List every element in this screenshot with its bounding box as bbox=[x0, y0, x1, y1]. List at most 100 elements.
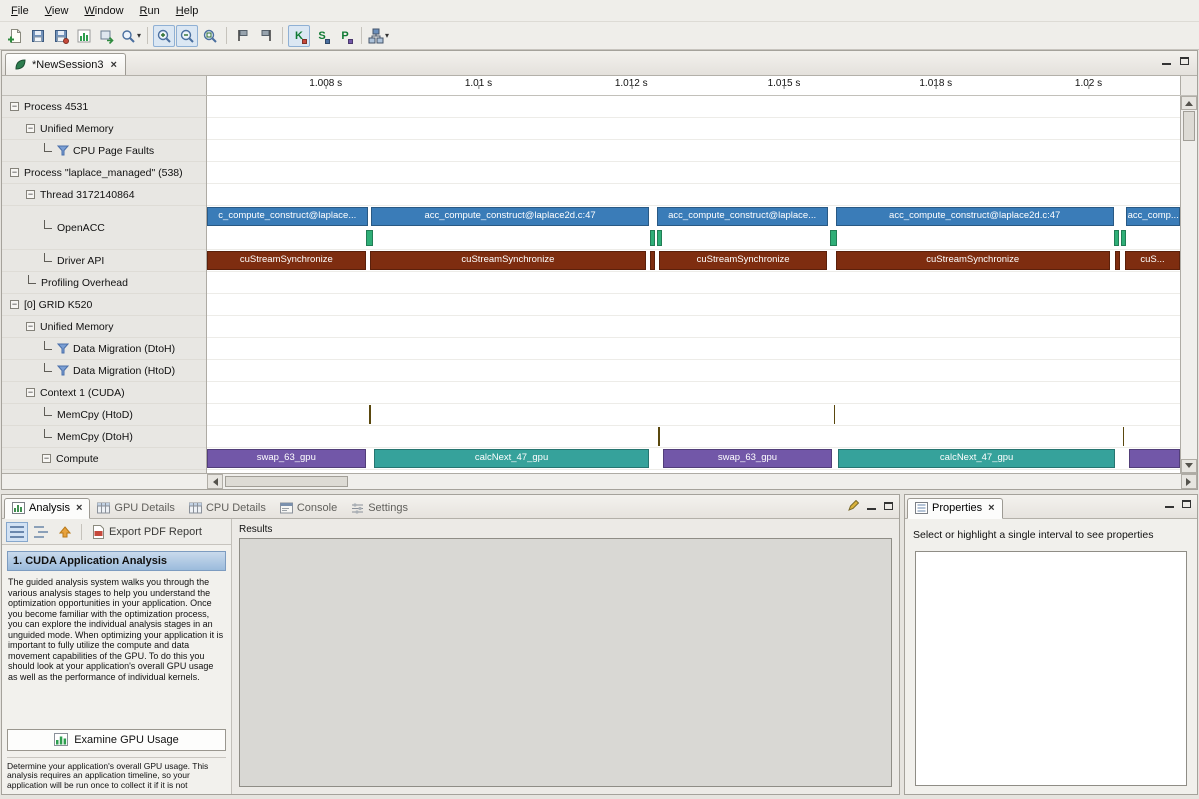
timeline-bar[interactable]: calcNext_47_gpu bbox=[374, 449, 648, 468]
tab-properties[interactable]: Properties × bbox=[907, 498, 1003, 519]
tree-row[interactable]: −Process "laplace_managed" (538) bbox=[2, 162, 206, 184]
guided-analysis-button[interactable] bbox=[6, 522, 28, 542]
timeline-bar[interactable]: acc_compute_construct@laplace2d.c:47 bbox=[836, 207, 1114, 226]
timeline-bar[interactable] bbox=[366, 230, 373, 246]
tab-gpu-details[interactable]: GPU Details bbox=[90, 499, 182, 518]
timeline-bar[interactable] bbox=[1121, 230, 1126, 246]
timeline-bar[interactable] bbox=[834, 405, 836, 424]
timeline-vertical-scrollbar[interactable] bbox=[1180, 96, 1197, 473]
process-mode-button[interactable]: P bbox=[334, 25, 356, 47]
timeline-bar[interactable]: cuStreamSynchronize bbox=[659, 251, 826, 270]
timeline-bar[interactable] bbox=[657, 230, 662, 246]
collapse-icon[interactable]: − bbox=[26, 388, 35, 397]
timeline-bar[interactable] bbox=[369, 405, 371, 424]
minimize-icon[interactable] bbox=[1165, 500, 1174, 508]
tab-close-icon[interactable]: × bbox=[76, 502, 82, 514]
timeline-bar[interactable] bbox=[650, 251, 654, 270]
zoom-in-button[interactable] bbox=[153, 25, 175, 47]
tree-row[interactable]: Profiling Overhead bbox=[2, 272, 206, 294]
maximize-icon[interactable] bbox=[1182, 500, 1191, 508]
timeline-bar[interactable] bbox=[1114, 230, 1119, 246]
collapse-icon[interactable]: − bbox=[26, 322, 35, 331]
timeline-bar[interactable] bbox=[830, 230, 837, 246]
scroll-left-button[interactable] bbox=[207, 474, 223, 489]
collapse-icon[interactable]: − bbox=[42, 454, 51, 463]
scroll-down-button[interactable] bbox=[1181, 459, 1197, 473]
zoom-out-button[interactable] bbox=[176, 25, 198, 47]
timeline-bar[interactable] bbox=[1129, 449, 1180, 468]
new-session-button[interactable] bbox=[4, 25, 26, 47]
tab-close-icon[interactable]: × bbox=[988, 502, 994, 514]
menu-view[interactable]: View bbox=[37, 2, 77, 20]
zoom-fit-button[interactable] bbox=[199, 25, 221, 47]
minimize-icon[interactable] bbox=[1162, 57, 1171, 65]
profile-application-button[interactable] bbox=[73, 25, 95, 47]
filter-icon[interactable] bbox=[57, 365, 69, 376]
tab-console[interactable]: Console bbox=[273, 499, 344, 518]
horizontal-scroll-thumb[interactable] bbox=[225, 476, 348, 487]
timeline-bar[interactable] bbox=[650, 230, 655, 246]
save-timeline-button[interactable] bbox=[50, 25, 72, 47]
maximize-icon[interactable] bbox=[1180, 57, 1189, 65]
tree-row[interactable]: OpenACC bbox=[2, 206, 206, 250]
timeline-bar[interactable]: cuS... bbox=[1125, 251, 1180, 270]
menu-help[interactable]: Help bbox=[168, 2, 207, 20]
scroll-up-button[interactable] bbox=[1181, 96, 1197, 110]
menu-file[interactable]: File bbox=[3, 2, 37, 20]
timeline-bar[interactable] bbox=[658, 427, 660, 446]
export-button[interactable] bbox=[96, 25, 118, 47]
tree-row[interactable]: −Context 1 (CUDA) bbox=[2, 382, 206, 404]
timeline-bar[interactable]: acc_compute_construct@laplace... bbox=[657, 207, 828, 226]
tree-row[interactable]: −Compute bbox=[2, 448, 206, 470]
vertical-scroll-thumb[interactable] bbox=[1183, 111, 1195, 141]
menu-window[interactable]: Window bbox=[76, 2, 131, 20]
timeline-bar[interactable]: acc_comp... bbox=[1126, 207, 1180, 226]
timeline-bar[interactable]: c_compute_construct@laplace... bbox=[207, 207, 368, 226]
timeline-chart[interactable]: c_compute_construct@laplace... acc_comput… bbox=[207, 96, 1180, 473]
tab-close-icon[interactable]: × bbox=[111, 59, 117, 71]
tree-row[interactable]: −Unified Memory bbox=[2, 118, 206, 140]
collapse-icon[interactable]: − bbox=[26, 190, 35, 199]
run-analysis-dropdown-button[interactable]: ▾ bbox=[119, 25, 142, 47]
tree-row[interactable]: MemCpy (HtoD) bbox=[2, 404, 206, 426]
timeline-bar[interactable]: cuStreamSynchronize bbox=[370, 251, 646, 270]
examine-gpu-usage-button[interactable]: Examine GPU Usage bbox=[7, 729, 226, 751]
timeline-ruler[interactable]: 1.008 s1.01 s1.012 s1.015 s1.018 s1.02 s bbox=[207, 76, 1180, 95]
tree-row[interactable]: MemCpy (DtoH) bbox=[2, 426, 206, 448]
tree-row[interactable]: −Process 4531 bbox=[2, 96, 206, 118]
tree-row[interactable]: Data Migration (DtoH) bbox=[2, 338, 206, 360]
timeline-bar[interactable]: calcNext_47_gpu bbox=[838, 449, 1114, 468]
tree-row[interactable]: −Unified Memory bbox=[2, 316, 206, 338]
collapse-icon[interactable]: − bbox=[10, 300, 19, 309]
promote-stage-button[interactable] bbox=[54, 522, 76, 542]
timeline-bar[interactable]: swap_63_gpu bbox=[207, 449, 366, 468]
collapse-icon[interactable]: − bbox=[26, 124, 35, 133]
tree-row[interactable]: −[0] GRID K520 bbox=[2, 294, 206, 316]
timeline-bar[interactable]: cuStreamSynchronize bbox=[207, 251, 366, 270]
stream-mode-button[interactable]: S bbox=[311, 25, 333, 47]
timeline-bar[interactable] bbox=[1115, 251, 1119, 270]
timeline-bar[interactable]: swap_63_gpu bbox=[663, 449, 831, 468]
tab-cpu-details[interactable]: CPU Details bbox=[182, 499, 273, 518]
menu-run[interactable]: Run bbox=[132, 2, 168, 20]
tree-row[interactable]: Driver API bbox=[2, 250, 206, 272]
tree-row[interactable]: −Thread 3172140864 bbox=[2, 184, 206, 206]
scroll-right-button[interactable] bbox=[1181, 474, 1197, 489]
session-tab[interactable]: *NewSession3 × bbox=[5, 53, 126, 75]
filter-icon[interactable] bbox=[57, 343, 69, 354]
save-session-button[interactable] bbox=[27, 25, 49, 47]
timeline-bar[interactable]: cuStreamSynchronize bbox=[836, 251, 1110, 270]
unguided-analysis-button[interactable] bbox=[30, 522, 52, 542]
analysis-mode-dropdown-button[interactable]: ▾ bbox=[367, 25, 390, 47]
prev-range-button[interactable] bbox=[232, 25, 254, 47]
timeline-bar[interactable] bbox=[1123, 427, 1125, 446]
minimize-icon[interactable] bbox=[867, 502, 876, 510]
view-menu-icon[interactable] bbox=[847, 500, 859, 512]
maximize-icon[interactable] bbox=[884, 502, 893, 510]
tab-analysis[interactable]: Analysis × bbox=[4, 498, 90, 519]
filter-icon[interactable] bbox=[57, 145, 69, 156]
timeline-horizontal-scrollbar[interactable] bbox=[2, 473, 1197, 489]
tab-settings[interactable]: Settings bbox=[344, 499, 415, 518]
next-range-button[interactable] bbox=[255, 25, 277, 47]
collapse-icon[interactable]: − bbox=[10, 168, 19, 177]
